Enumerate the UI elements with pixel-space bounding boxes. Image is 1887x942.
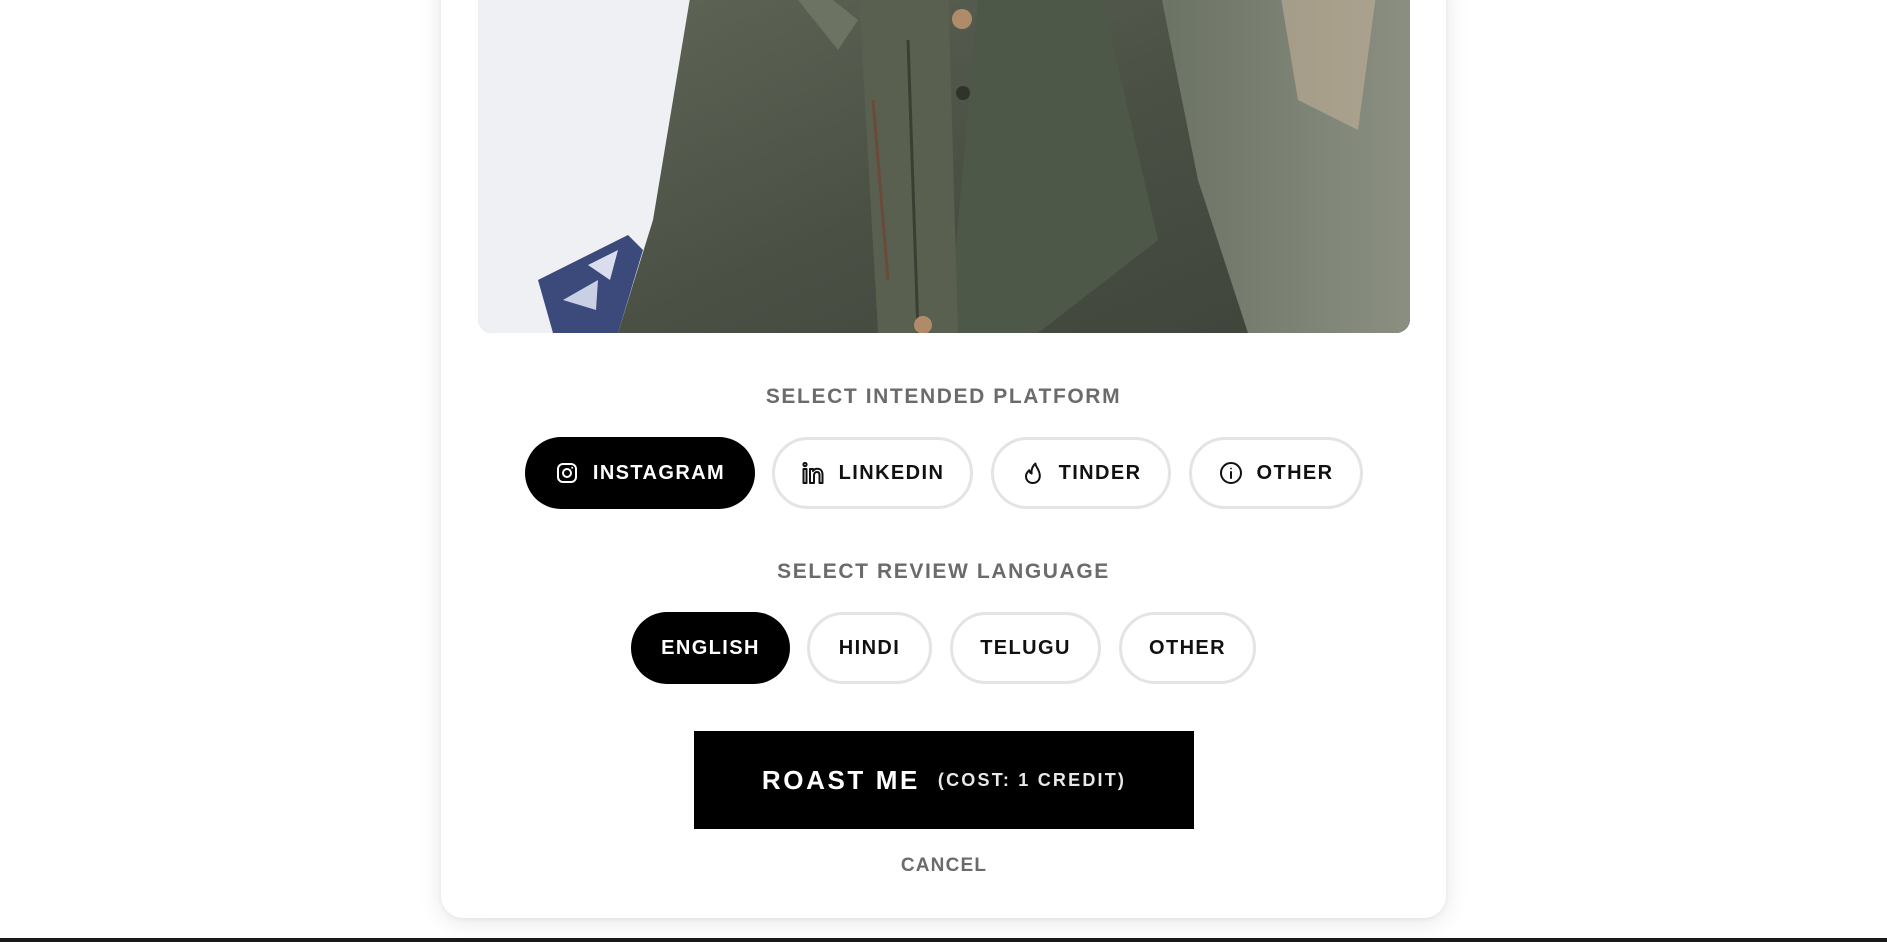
platform-option-label: INSTAGRAM [592,461,726,484]
language-option-label: OTHER [1149,636,1226,659]
roast-me-button[interactable]: ROAST ME (COST: 1 CREDIT) [694,731,1194,829]
cancel-button[interactable]: CANCEL [841,855,1047,877]
language-option-telugu[interactable]: TELUGU [950,612,1101,684]
page-bottom-edge [0,938,1887,942]
language-option-label: HINDI [838,636,901,659]
platform-option-linkedin[interactable]: LINKEDIN [772,437,973,509]
platform-option-label: OTHER [1256,461,1334,484]
language-option-other[interactable]: OTHER [1119,612,1256,684]
info-icon [1219,461,1243,485]
language-option-label: TELUGU [980,636,1071,659]
platform-option-tinder[interactable]: TINDER [991,437,1171,509]
platform-option-instagram[interactable]: INSTAGRAM [525,437,755,509]
language-section-label: SELECT REVIEW LANGUAGE [777,560,1110,583]
platform-section-label: SELECT INTENDED PLATFORM [765,385,1122,408]
language-option-label: ENGLISH [661,636,760,659]
roast-button-label: ROAST ME [761,764,920,795]
linkedin-icon [801,461,825,485]
language-option-hindi[interactable]: HINDI [807,612,932,684]
roast-cost-label: (COST: 1 CREDIT) [937,769,1127,790]
uploaded-photo [478,0,1410,333]
platform-option-label: TINDER [1058,461,1142,484]
flame-icon [1021,461,1045,485]
language-option-english[interactable]: ENGLISH [631,612,790,684]
platform-option-other[interactable]: OTHER [1189,437,1363,509]
platform-option-label: LINKEDIN [838,461,945,484]
instagram-icon [555,461,579,485]
